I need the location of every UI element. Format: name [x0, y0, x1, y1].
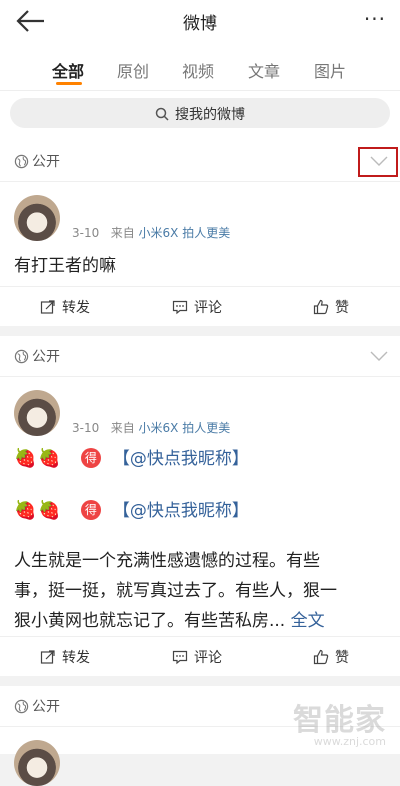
thumbs-up-icon: [313, 649, 335, 666]
post-meta: 3-10 来自 小米6X 拍人更美: [72, 421, 231, 435]
search-section: 搜我的微博: [0, 90, 400, 141]
tab-original[interactable]: 原创: [117, 58, 149, 82]
strawberry-icon: 🍓: [14, 448, 37, 469]
visibility-label: 公开: [14, 346, 60, 366]
like-button[interactable]: 赞: [313, 297, 349, 317]
comment-button[interactable]: 评论: [172, 647, 222, 667]
active-tab-indicator: [56, 82, 82, 85]
more-options-icon[interactable]: ···: [364, 7, 386, 31]
tab-bar: 全部 原创 视频 文章 图片: [0, 42, 400, 90]
de-badge-icon: 得: [80, 500, 101, 520]
tab-articles[interactable]: 文章: [248, 58, 280, 82]
strawberry-icon: 🍓: [38, 448, 61, 469]
post-source[interactable]: 小米6X 拍人更美: [139, 226, 231, 240]
emoji-line: 🍓 🍓 得【@快点我昵称】: [14, 444, 249, 474]
top-bar: 微博 ···: [0, 0, 400, 42]
comment-icon: [172, 300, 194, 316]
visibility-label: 公开: [14, 696, 60, 716]
search-bar[interactable]: 搜我的微博: [10, 98, 390, 128]
highlight-box: [358, 147, 398, 177]
globe-icon: [14, 154, 32, 170]
strawberry-icon: 🍓: [38, 500, 61, 521]
post-text: 有打王者的嘛: [14, 256, 116, 276]
post-actions: 转发 评论 赞: [0, 636, 400, 677]
watermark: 智能家 www.znj.com: [293, 703, 386, 748]
mention-link[interactable]: 【@快点我昵称】: [113, 449, 249, 469]
search-icon: [155, 107, 175, 123]
post-card: 公开 3-10 来自 小米6X 拍人更美 🍓 🍓 得【@快点我昵称】 🍓 🍓 得【@快点…: [0, 336, 400, 676]
post-source[interactable]: 小米6X 拍人更美: [139, 421, 231, 435]
post-meta: 3-10 来自 小米6X 拍人更美: [72, 226, 231, 240]
visibility-label: 公开: [14, 151, 60, 171]
globe-icon: [14, 699, 32, 715]
chevron-down-icon[interactable]: [370, 347, 388, 366]
mention-link[interactable]: 【@快点我昵称】: [113, 501, 249, 521]
de-badge-icon: 得: [80, 448, 101, 468]
like-button[interactable]: 赞: [313, 647, 349, 667]
post-actions: 转发 评论 赞: [0, 286, 400, 327]
avatar[interactable]: [14, 740, 60, 786]
avatar[interactable]: [14, 390, 60, 436]
comment-button[interactable]: 评论: [172, 297, 222, 317]
tab-video[interactable]: 视频: [182, 58, 214, 82]
post-card: 公开 3-10 来自 小米6X 拍人更美 有打王者的嘛 转发 评论 赞: [0, 141, 400, 326]
tab-images[interactable]: 图片: [314, 58, 346, 82]
repost-icon: [40, 300, 62, 316]
read-more-link[interactable]: 全文: [291, 611, 325, 631]
thumbs-up-icon: [313, 299, 335, 316]
strawberry-icon: 🍓: [14, 500, 37, 521]
page-title: 微博: [183, 14, 217, 34]
repost-icon: [40, 650, 62, 666]
repost-button[interactable]: 转发: [40, 647, 90, 667]
comment-icon: [172, 650, 194, 666]
repost-button[interactable]: 转发: [40, 297, 90, 317]
avatar[interactable]: [14, 195, 60, 241]
emoji-line: 🍓 🍓 得【@快点我昵称】: [14, 496, 249, 526]
post-text: 人生就是一个充满性感遗憾的过程。有些 事，挺一挺，就写真过去了。有些人，狠一 狠…: [14, 551, 337, 631]
search-placeholder: 搜我的微博: [175, 107, 245, 123]
tab-all[interactable]: 全部: [52, 58, 84, 82]
globe-icon: [14, 349, 32, 365]
